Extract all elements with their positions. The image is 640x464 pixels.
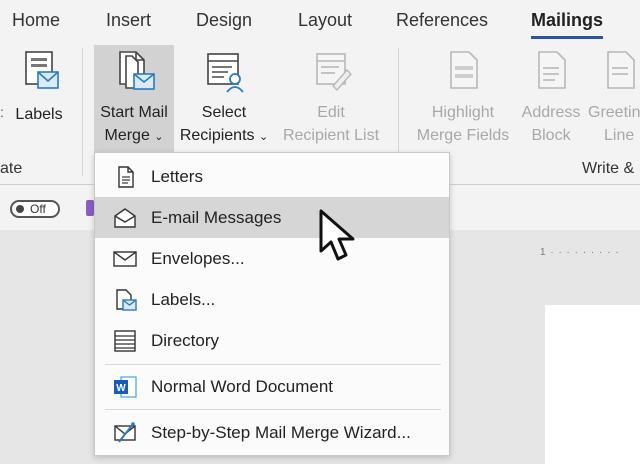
edit-recipient-list-button[interactable]: Edit Recipient List: [278, 48, 384, 147]
chevron-down-icon: ⌄: [154, 131, 164, 143]
group-label-write-insert-fields: Write &: [582, 160, 635, 177]
group-label-create: ate: [0, 160, 23, 177]
start-mail-merge-icon: [119, 51, 155, 90]
greeting-line-icon: [607, 51, 635, 89]
labels-icon: [116, 289, 137, 311]
address-block-label-2: Block: [531, 127, 571, 144]
menu-item-mail-merge-wizard[interactable]: Step-by-Step Mail Merge Wizard...: [95, 412, 449, 453]
open-envelope-icon: [114, 208, 136, 228]
toggle-label: Off: [30, 202, 46, 216]
edit-recipient-list-label-2: Recipient List: [282, 127, 380, 144]
svg-text:W: W: [116, 383, 126, 394]
start-mail-merge-label-2: Merge: [104, 127, 150, 144]
document-page[interactable]: [545, 305, 640, 464]
off-toggle[interactable]: Off: [10, 200, 60, 218]
left-scroll-indicator: :: [0, 104, 4, 120]
labels-button[interactable]: Labels: [8, 48, 70, 126]
menu-separator: [105, 364, 441, 365]
highlight-merge-fields-label-1: Highlight: [431, 104, 495, 121]
directory-icon: [114, 330, 136, 352]
chevron-down-icon: ⌄: [258, 131, 269, 143]
greeting-line-label-2: Line: [604, 127, 635, 144]
app-marker-icon: [86, 200, 94, 216]
address-block-label-1: Address: [521, 104, 581, 121]
menu-item-directory[interactable]: Directory: [95, 320, 449, 361]
menu-item-letters[interactable]: Letters: [95, 156, 449, 197]
active-tab-indicator: [531, 36, 603, 39]
edit-recipient-list-label-1: Edit: [317, 104, 345, 121]
highlight-merge-fields-label-2: Merge Fields: [416, 127, 510, 144]
tab-mailings[interactable]: Mailings: [531, 10, 603, 31]
ribbon-tab-bar: Home Insert Design Layout References Mai…: [0, 0, 640, 40]
menu-separator: [105, 409, 441, 410]
greeting-line-label-1: Greeting: [588, 104, 640, 121]
envelope-icon: [113, 251, 137, 267]
tab-design[interactable]: Design: [196, 10, 252, 31]
select-recipients-icon: [207, 53, 244, 93]
start-mail-merge-button[interactable]: Start Mail Merge ⌄: [94, 48, 174, 149]
menu-item-labels[interactable]: Labels...: [95, 279, 449, 320]
mouse-cursor-icon: [319, 209, 355, 261]
tab-layout[interactable]: Layout: [298, 10, 352, 31]
menu-item-normal-word-document[interactable]: W Normal Word Document: [95, 366, 449, 407]
highlight-merge-fields-button[interactable]: Highlight Merge Fields: [410, 48, 516, 147]
toggle-knob: [16, 205, 24, 213]
group-separator: [82, 48, 83, 176]
menu-item-email-messages[interactable]: E-mail Messages: [95, 197, 449, 238]
start-mail-merge-menu: Letters E-mail Messages Envelopes... Lab…: [94, 152, 450, 456]
tab-insert[interactable]: Insert: [106, 10, 151, 31]
menu-item-envelopes[interactable]: Envelopes...: [95, 238, 449, 279]
address-block-button[interactable]: Address Block: [516, 48, 586, 147]
letter-icon: [118, 166, 134, 188]
select-recipients-label-1: Select: [201, 104, 247, 121]
greeting-line-button[interactable]: Greeting Line: [588, 48, 640, 147]
select-recipients-button[interactable]: Select Recipients ⌄: [176, 48, 272, 149]
wizard-icon: [114, 422, 136, 443]
edit-recipient-list-icon: [316, 53, 352, 92]
tab-home[interactable]: Home: [12, 10, 60, 31]
address-block-icon: [538, 51, 566, 89]
word-document-icon: W: [114, 376, 137, 398]
labels-icon: [25, 51, 59, 89]
ruler: 1 · · · · · · · · ·: [540, 247, 620, 258]
tab-references[interactable]: References: [396, 10, 488, 31]
highlight-merge-fields-icon: [450, 51, 478, 89]
start-mail-merge-label-1: Start Mail: [100, 104, 168, 121]
labels-button-label: Labels: [15, 106, 63, 123]
select-recipients-label-2: Recipients: [179, 127, 255, 144]
